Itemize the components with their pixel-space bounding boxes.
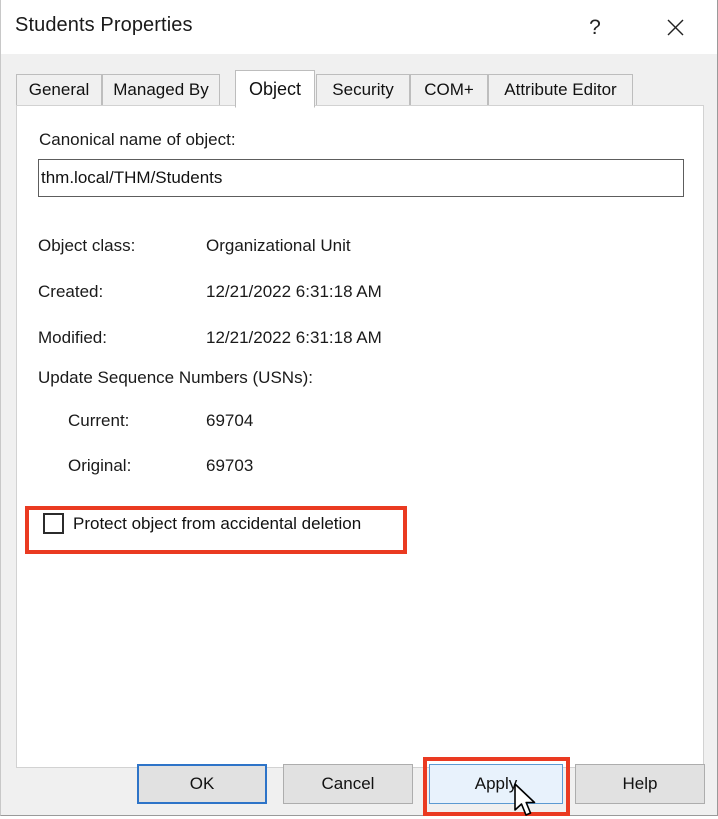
close-icon [667,19,683,35]
modified-label: Modified: [38,328,107,347]
canonical-name-label: Canonical name of object: [39,130,236,149]
usn-current-value: 69704 [206,411,254,430]
object-class-label: Object class: [38,236,136,255]
ok-button[interactable]: OK [137,764,267,804]
tab-managed-by[interactable]: Managed By [102,74,220,106]
tab-strip: General Managed By Object Security COM+ … [16,70,704,108]
usn-original-value: 69703 [206,456,254,475]
modified-value: 12/21/2022 6:31:18 AM [206,328,382,347]
tab-attribute-editor[interactable]: Attribute Editor [488,74,633,106]
titlebar-close-button[interactable] [647,0,703,54]
canonical-name-input[interactable] [38,159,684,197]
tab-security[interactable]: Security [316,74,410,106]
usn-section-heading: Update Sequence Numbers (USNs): [38,368,313,387]
window-title: Students Properties [15,14,193,36]
usn-original-label: Original: [68,456,132,475]
usn-current-label: Current: [68,411,130,430]
cancel-button[interactable]: Cancel [283,764,413,804]
protect-from-deletion-label: Protect object from accidental deletion [73,513,362,533]
object-class-value: Organizational Unit [206,236,351,255]
tab-object[interactable]: Object [235,70,315,108]
object-tab-panel: Canonical name of object: Object class: … [16,105,704,768]
help-button[interactable]: Help [575,764,705,804]
students-properties-dialog: Students Properties ? General Managed By… [0,0,718,816]
question-mark-icon: ? [589,15,601,39]
tab-com-plus[interactable]: COM+ [410,74,488,106]
apply-button[interactable]: Apply [429,764,563,804]
created-value: 12/21/2022 6:31:18 AM [206,282,382,301]
titlebar-help-button[interactable]: ? [567,0,623,54]
checkbox-box-icon[interactable] [43,513,64,534]
protect-from-deletion-checkbox[interactable]: Protect object from accidental deletion [43,513,361,534]
title-bar: Students Properties ? [1,0,717,54]
tab-general[interactable]: General [16,74,102,106]
created-label: Created: [38,282,104,301]
